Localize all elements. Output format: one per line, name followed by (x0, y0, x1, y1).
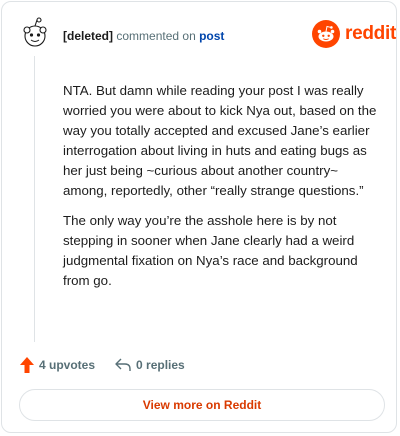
replies-action[interactable]: 0 replies (115, 358, 185, 372)
reddit-logo[interactable]: reddit (312, 20, 396, 48)
upvotes-count: 4 upvotes (39, 358, 96, 372)
deleted-user-avatar-icon (20, 17, 50, 49)
comment-body: NTA. But damn while reading your post I … (63, 81, 383, 301)
embedded-comment-card: [deleted] commented on post reddit NTA. … (1, 1, 397, 433)
reply-arrow-icon (115, 358, 131, 371)
reddit-snoo-icon (312, 20, 340, 48)
comment-paragraph: The only way you’re the asshole here is … (63, 213, 358, 288)
comment-author[interactable]: [deleted] (63, 29, 113, 43)
upvote-arrow-icon (20, 357, 34, 373)
upvotes-action[interactable]: 4 upvotes (20, 357, 95, 373)
comment-actions: 4 upvotes 0 replies (20, 356, 205, 374)
view-more-button[interactable]: View more on Reddit (19, 389, 385, 421)
comment-paragraph: NTA. But damn while reading your post I … (63, 83, 377, 198)
comment-header: [deleted] commented on post (63, 29, 224, 43)
thread-line (34, 56, 35, 342)
comment-action-text: commented on (116, 29, 196, 43)
replies-count: 0 replies (136, 358, 185, 372)
reddit-wordmark: reddit (345, 23, 396, 44)
post-link[interactable]: post (199, 29, 224, 43)
